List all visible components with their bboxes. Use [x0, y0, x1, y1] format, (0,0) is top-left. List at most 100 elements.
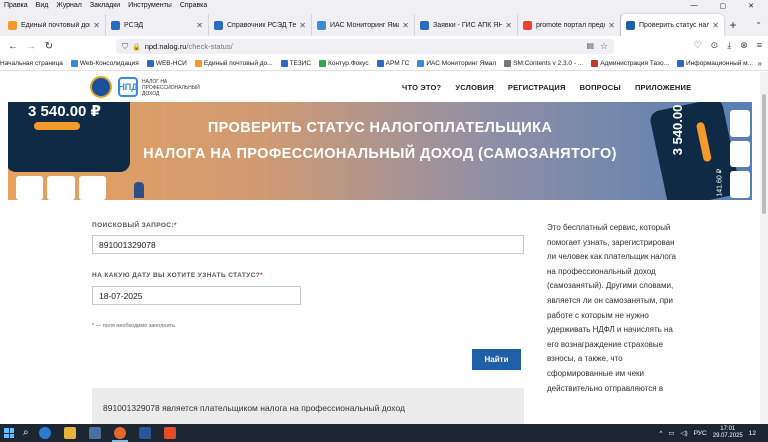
tab-promote-portal[interactable]: promote портал предоста✕ [518, 14, 621, 36]
downloads-icon[interactable]: ⤓ [727, 40, 731, 51]
clock-time: 17:01 [720, 426, 736, 432]
bookmarks-bar: Начальная страница Web-Консолидация WEB-НС… [0, 57, 768, 71]
yandex-browser-icon[interactable] [89, 427, 101, 439]
banner-cards-right [730, 110, 750, 199]
windows-start-icon[interactable] [4, 428, 14, 438]
date-input[interactable] [92, 286, 301, 305]
close-tab-icon[interactable]: ✕ [402, 21, 409, 30]
bookmark-star-icon[interactable]: ☆ [600, 41, 608, 52]
url-path[interactable]: /check-status/ [186, 42, 232, 51]
bookmark-favicon-icon [591, 60, 599, 67]
close-tab-icon[interactable]: ✕ [712, 21, 719, 30]
logo-text[interactable]: Налог на профессиональный доход [142, 79, 202, 97]
close-tab-icon[interactable]: ✕ [93, 21, 100, 30]
bookmark-favicon-icon [504, 60, 512, 67]
bookmark-item[interactable]: ТЕЗИС [280, 60, 311, 67]
page-scrollbar[interactable] [760, 72, 768, 424]
word-icon[interactable] [139, 427, 151, 439]
query-label: ПОИСКОВЫЙ ЗАПРОС:* [92, 222, 177, 229]
tab-check-status[interactable]: Проверить статус налогоп✕ [621, 14, 724, 36]
volume-icon[interactable]: ◁) [681, 429, 688, 437]
tab-rsed[interactable]: РСЭД ✕ [106, 14, 209, 36]
tab-gis-apk[interactable]: Заявки - ГИС АПК ЯНАО✕ [415, 14, 518, 36]
close-window-icon[interactable]: ✕ [748, 2, 754, 10]
new-tab-button[interactable]: + [724, 14, 742, 36]
bookmark-label: SM:Contents v 2.3.0 - ... [513, 60, 584, 67]
tracking-shield-icon[interactable]: ⛉ [122, 42, 128, 52]
banner-amount-right: 3 540.00 ₽ [669, 102, 685, 156]
url-host[interactable]: npd.nalog.ru [145, 42, 187, 51]
bookmark-item[interactable]: Web-Консолидация [70, 60, 139, 67]
favicon-icon [317, 20, 326, 30]
bookmark-item[interactable]: Единый почтовый до... [194, 60, 273, 67]
firefox-icon[interactable] [114, 427, 126, 439]
taskbar-search-icon[interactable]: ⌕ [23, 427, 29, 438]
npd-logo-icon[interactable]: НПД [118, 77, 138, 97]
menu-tools[interactable]: Инструменты [128, 2, 172, 9]
bookmark-item[interactable]: SM:Contents v 2.3.0 - ... [504, 60, 583, 67]
notifications-badge[interactable]: 12 [749, 430, 756, 437]
minimize-icon[interactable]: — [691, 2, 698, 9]
tab-label: Единый почтовый домен [21, 21, 90, 29]
account-icon[interactable]: ⊙ [711, 40, 719, 51]
close-tab-icon[interactable]: ✕ [608, 21, 615, 30]
tray-overflow-icon[interactable]: ^ [659, 430, 662, 437]
tab-ias-monitoring[interactable]: ИАС Мониторинг Ямал ✕ [312, 14, 415, 36]
file-explorer-icon[interactable] [64, 427, 76, 439]
bookmark-label: Администрация Тазо... [600, 60, 669, 67]
bookmarks-overflow-icon[interactable]: » [758, 59, 762, 68]
bookmark-item[interactable]: WEB-НСИ [146, 60, 187, 67]
bookmark-item[interactable]: Администрация Тазо... [591, 60, 669, 67]
menu-icon[interactable]: ≡ [757, 40, 762, 51]
bookmark-label: WEB-НСИ [155, 60, 187, 67]
find-button[interactable]: Найти [472, 349, 521, 370]
clock[interactable]: 17:01 29.07.2025 [713, 426, 743, 440]
nav-conditions[interactable]: УСЛОВИЯ [455, 83, 494, 92]
bookmark-item[interactable]: Начальная страница [0, 60, 63, 67]
maximize-icon[interactable]: ▢ [720, 2, 727, 10]
system-tray: ^ ▭ ◁) РУС 17:01 29.07.2025 12 [659, 426, 756, 440]
favicon-icon [523, 20, 532, 30]
tab-rsed-directory[interactable]: Справочник РСЭД Тезис✕ [209, 14, 312, 36]
nav-app[interactable]: ПРИЛОЖЕНИЕ [635, 83, 691, 92]
bookmark-label: Единый почтовый до... [203, 60, 273, 67]
nav-what-is[interactable]: ЧТО ЭТО? [402, 83, 441, 92]
bookmark-item[interactable]: Информационный м... [677, 60, 753, 67]
reader-view-icon[interactable]: ▤ [586, 41, 594, 50]
tab-label: ИАС Мониторинг Ямал [330, 21, 400, 29]
extensions-icon[interactable]: ⊗ [740, 40, 748, 51]
language-indicator[interactable]: РУС [694, 430, 707, 437]
menu-help[interactable]: Справка [180, 2, 207, 9]
bookmark-favicon-icon [319, 60, 327, 67]
close-tab-icon[interactable]: ✕ [299, 21, 306, 30]
back-icon[interactable]: ← [4, 41, 22, 52]
menu-edit[interactable]: Правка [4, 2, 28, 9]
bookmark-item[interactable]: Контур.Фокус [319, 60, 369, 67]
nav-registration[interactable]: РЕГИСТРАЦИЯ [508, 83, 566, 92]
fns-emblem-icon[interactable] [90, 76, 112, 98]
address-bar[interactable]: ⛉ 🔒 npd.nalog.ru/check-status/ ▤ ☆ [116, 39, 614, 54]
scrollbar-thumb[interactable] [762, 94, 766, 214]
window-controls: — ▢ ✕ [691, 0, 763, 11]
search-query-input[interactable] [92, 235, 524, 254]
close-tab-icon[interactable]: ✕ [505, 21, 512, 30]
network-icon[interactable]: ▭ [668, 429, 674, 437]
tab-list-icon[interactable]: ⌄ [755, 17, 762, 26]
favicon-icon [8, 20, 17, 30]
bookmark-item[interactable]: АРМ ГС [376, 60, 409, 67]
app-icon[interactable] [164, 427, 176, 439]
bookmark-item[interactable]: ИАС Мониторинг Ямал [417, 60, 496, 67]
tab-email-domain[interactable]: Единый почтовый домен✕ [3, 14, 106, 36]
menu-bookmarks[interactable]: Закладки [90, 2, 120, 9]
reload-icon[interactable]: ↻ [40, 41, 58, 52]
edge-icon[interactable] [39, 427, 51, 439]
pocket-icon[interactable]: ♡ [694, 40, 702, 51]
lock-icon[interactable]: 🔒 [132, 43, 141, 51]
site-nav: ЧТО ЭТО? УСЛОВИЯ РЕГИСТРАЦИЯ ВОПРОСЫ ПРИ… [402, 83, 691, 92]
nav-questions[interactable]: ВОПРОСЫ [580, 83, 621, 92]
bookmark-label: Контур.Фокус [328, 60, 369, 67]
close-tab-icon[interactable]: ✕ [196, 21, 203, 30]
menu-view[interactable]: Вид [36, 2, 49, 9]
menu-history[interactable]: Журнал [56, 2, 82, 9]
forward-icon[interactable]: → [22, 41, 40, 52]
